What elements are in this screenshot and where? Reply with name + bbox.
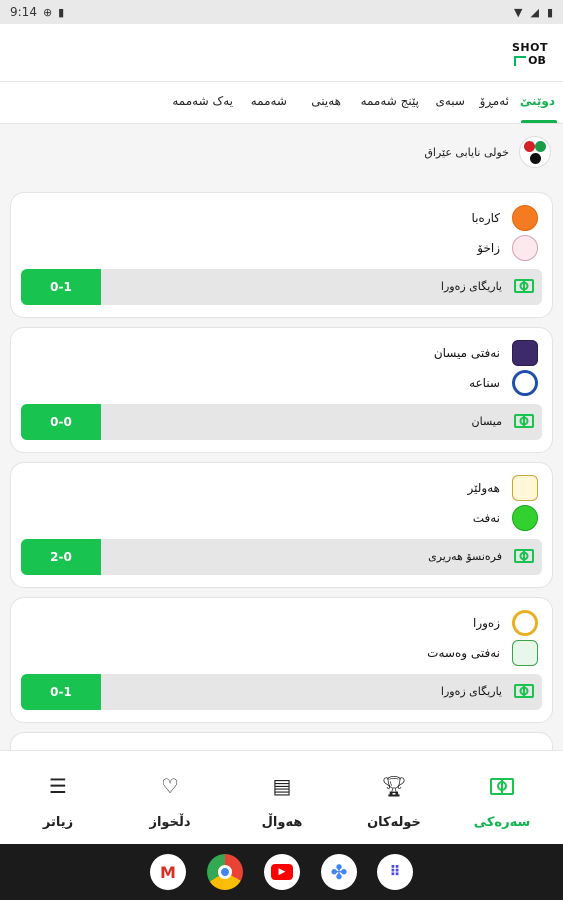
venue-bar: 0-1 یاریگای زەورا [21, 269, 542, 305]
away-team-name: سناعە [469, 376, 500, 390]
tab-today[interactable]: ئەمڕۆ [480, 94, 509, 108]
away-team: نەفتی وەسەت [427, 640, 538, 666]
home-team-name: زەورا [472, 616, 500, 630]
pitch-icon [514, 549, 534, 563]
tab-friday[interactable]: هەینی [311, 94, 341, 108]
team-logo [512, 235, 538, 261]
battery-icon: ▮ [546, 5, 553, 19]
away-team: زاخۆ [477, 235, 538, 261]
away-team: سناعە [469, 370, 538, 396]
pitch-icon [514, 414, 534, 428]
home-team: زەورا [473, 610, 538, 636]
team-logo [512, 340, 538, 366]
nav-favorites[interactable]: ♡ دڵخواز [125, 773, 215, 830]
tab-thursday[interactable]: پێنج شەممە [361, 94, 419, 108]
nav-leagues[interactable]: 🏆︎ خولەکان [349, 773, 439, 830]
menu-icon: ☰ [49, 774, 67, 798]
nav-scores-label: سەرەکی [473, 815, 531, 830]
pitch-icon [514, 279, 534, 293]
away-team-name: زاخۆ [477, 241, 500, 255]
gmail-icon[interactable]: M [150, 854, 186, 890]
league-header[interactable]: خولی نایابی عێراق [424, 136, 551, 168]
photos-icon[interactable]: ✤ [321, 854, 357, 890]
nav-leagues-label: خولەکان [367, 815, 421, 830]
nav-favorites-label: دڵخواز [149, 815, 191, 830]
home-team-name: نەفتی میسان [433, 346, 500, 360]
venue-bar: 0-0 میسان [21, 404, 542, 440]
logo-mark-icon [514, 56, 527, 66]
away-team-name: نەفتی وەسەت [427, 646, 500, 660]
away-team-name: نەفت [472, 511, 500, 525]
team-logo [512, 610, 538, 636]
nav-more[interactable]: ☰ زیاتر [13, 773, 103, 830]
wifi-icon: ▼ [514, 5, 523, 19]
news-icon: ▤ [272, 774, 292, 798]
status-time: 9:14 [10, 5, 37, 19]
venue-name: فرەنسۆ هەریری [428, 550, 502, 563]
team-logo [512, 640, 538, 666]
match-score: 2-0 [21, 539, 101, 575]
league-logo [519, 136, 551, 168]
tab-saturday[interactable]: شەممە [251, 94, 287, 108]
team-logo [512, 205, 538, 231]
heart-icon: ♡ [161, 774, 179, 798]
venue-bar: 0-1 یاریگای زەورا [21, 674, 542, 710]
home-team-name: کارەبا [471, 211, 500, 225]
nav-scores[interactable]: سەرەکی [457, 773, 547, 830]
sim-icon: ▮ [58, 5, 65, 19]
app-header: SHOT OB [0, 24, 563, 82]
match-score: 0-1 [21, 674, 101, 710]
venue-name: یاریگای زەورا [440, 685, 502, 698]
home-team: نەفتی میسان [434, 340, 538, 366]
trophy-icon: 🏆︎ [381, 774, 407, 798]
tab-yesterday[interactable]: دوێنێ [520, 94, 555, 108]
venue-name: یاریگای زەورا [440, 280, 502, 293]
active-tab-indicator [521, 120, 557, 123]
match-card[interactable]: نەفتی میسان سناعە 0-0 میسان [10, 327, 553, 453]
bottom-navigation: سەرەکی 🏆︎ خولەکان ▤ هەواڵ ♡ دڵخواز ☰ زیا… [0, 750, 563, 844]
pitch-icon [490, 777, 514, 795]
match-list: خولی نایابی عێراق کارەبا زاخۆ 0-1 یاریگا… [0, 124, 563, 750]
match-card[interactable]: هەولێر نەفت 2-0 فرەنسۆ هەریری [10, 462, 553, 588]
nav-news[interactable]: ▤ هەواڵ [237, 773, 327, 830]
league-name: خولی نایابی عێراق [424, 145, 509, 159]
match-score: 0-0 [21, 404, 101, 440]
nav-more-label: زیاتر [42, 815, 74, 830]
vpn-icon: ⊕ [42, 5, 53, 19]
status-bar: 9:14 ⊕ ▮ ▼ ◢ ▮ [0, 0, 563, 24]
logo-bottom-text: OB [528, 54, 546, 67]
team-logo [512, 505, 538, 531]
nav-news-label: هەواڵ [261, 815, 303, 830]
venue-name: میسان [471, 415, 502, 428]
chrome-icon[interactable] [207, 854, 243, 890]
day-tabs: دوێنێ ئەمڕۆ سبەی پێنج شەممە هەینی شەممە … [0, 82, 563, 124]
venue-bar: 2-0 فرەنسۆ هەریری [21, 539, 542, 575]
match-score: 0-1 [21, 269, 101, 305]
logo-top-text: SHOT [512, 41, 548, 54]
system-dock: M ▶ ✤ ⠿ [0, 844, 563, 900]
youtube-icon[interactable]: ▶ [264, 854, 300, 890]
match-card[interactable]: کارەبا زاخۆ 0-1 یاریگای زەورا [10, 192, 553, 318]
home-team: کارەبا [472, 205, 538, 231]
app-logo[interactable]: SHOT OB [511, 42, 549, 68]
match-card-partial[interactable] [10, 732, 553, 750]
home-team-name: هەولێر [467, 481, 500, 495]
signal-icon: ◢ [530, 5, 539, 19]
match-card[interactable]: زەورا نەفتی وەسەت 0-1 یاریگای زەورا [10, 597, 553, 723]
team-logo [512, 475, 538, 501]
home-team: هەولێر [468, 475, 538, 501]
tab-sunday[interactable]: یەک شەممە [172, 94, 233, 108]
apps-icon[interactable]: ⠿ [377, 854, 413, 890]
pitch-icon [514, 684, 534, 698]
tab-tomorrow[interactable]: سبەی [435, 94, 465, 108]
team-logo [512, 370, 538, 396]
away-team: نەفت [473, 505, 538, 531]
